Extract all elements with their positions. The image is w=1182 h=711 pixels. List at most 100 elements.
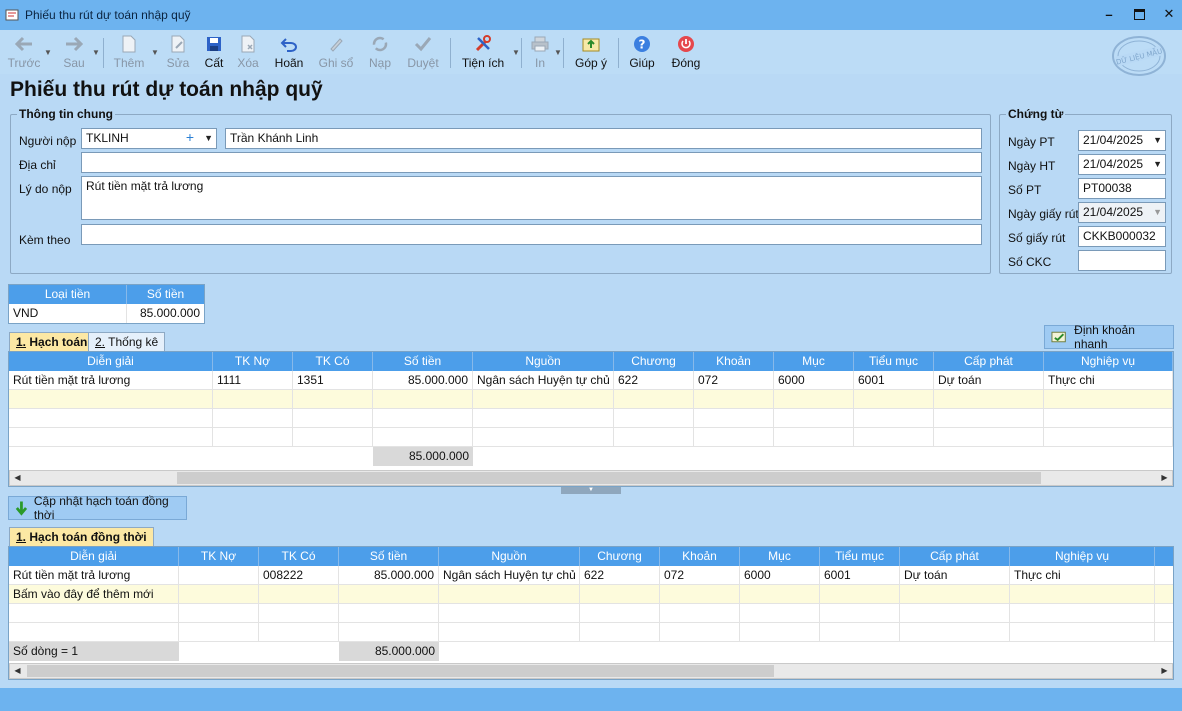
payer-code-combo[interactable]: TKLINH + ▼: [81, 128, 217, 149]
tab-statistics[interactable]: 2. Thống kê: [88, 332, 166, 352]
voucher-field-0[interactable]: 21/04/2025 ▼: [1078, 130, 1166, 151]
empty-row[interactable]: [9, 428, 1173, 447]
maximize-button[interactable]: [1132, 6, 1146, 22]
close-window-button[interactable]: ✕: [1162, 6, 1176, 22]
edit-document-icon: [167, 33, 189, 55]
scroll-thumb[interactable]: [177, 472, 1041, 484]
column-header[interactable]: Chương: [614, 352, 694, 371]
table-row[interactable]: Rút tiền mặt trả lương 1111 1351 85.000.000…: [9, 371, 1173, 390]
concurrent-grid: Diễn giải TK Nợ TK Có Số tiền Nguồn Chương Kho…: [8, 546, 1174, 680]
next-dropdown[interactable]: ▼: [92, 48, 100, 57]
column-header[interactable]: Tiểu mục: [854, 352, 934, 371]
column-header[interactable]: Mục: [740, 547, 820, 566]
approve-button[interactable]: Duyệt: [403, 33, 443, 70]
pencil-icon: [325, 33, 347, 55]
new-row[interactable]: [9, 390, 1173, 409]
scroll-right-icon[interactable]: ▶: [1157, 664, 1172, 678]
minimize-button[interactable]: –: [1102, 6, 1116, 22]
tab-concurrent-accounting[interactable]: 1. Hạch toán đồng thời: [9, 527, 154, 547]
help-icon: ?: [631, 33, 653, 55]
address-input[interactable]: [81, 152, 982, 173]
column-header[interactable]: Khoản: [694, 352, 774, 371]
voucher-label-3: Ngày giấy rút: [1008, 207, 1079, 221]
add-new-row-hint[interactable]: Bấm vào đây để thêm mới: [9, 585, 1173, 604]
voucher-field-1[interactable]: 21/04/2025 ▼: [1078, 154, 1166, 175]
reason-textarea[interactable]: Rút tiền mặt trả lương: [81, 176, 982, 220]
column-header[interactable]: Nguồn: [473, 352, 614, 371]
column-header[interactable]: Nghiệp vụ: [1010, 547, 1155, 566]
toolbar: Trước ▼ Sau ▼ Thêm ▼ Sửa Cất Xóa Hoãn Gh…: [0, 30, 1182, 74]
page-title: Phiếu thu rút dự toán nhập quỹ: [10, 78, 323, 101]
column-header[interactable]: Nghiệp vụ: [1044, 352, 1173, 371]
edit-button[interactable]: Sửa: [158, 33, 198, 70]
next-button[interactable]: Sau: [54, 33, 94, 70]
voucher-field-4[interactable]: CKKB000032: [1078, 226, 1166, 247]
column-header[interactable]: Chương: [580, 547, 660, 566]
delete-button[interactable]: Xóa: [228, 33, 268, 70]
column-header[interactable]: Cấp phát: [900, 547, 1010, 566]
voucher-label-0: Ngày PT: [1008, 135, 1055, 149]
accounting-horizontal-scrollbar[interactable]: ◀ ▶: [9, 470, 1173, 486]
feedback-button[interactable]: Góp ý: [571, 33, 611, 70]
address-label: Địa chỉ: [19, 158, 56, 172]
load-button[interactable]: Nạp: [360, 33, 400, 70]
chevron-down-icon[interactable]: ▼: [204, 131, 213, 146]
concurrent-horizontal-scrollbar[interactable]: ◀ ▶: [9, 663, 1173, 679]
column-header[interactable]: TK Nợ: [179, 547, 259, 566]
column-header[interactable]: Số tiền: [339, 547, 439, 566]
grid-total: 85.000.000: [339, 642, 439, 661]
payer-name-input[interactable]: Trần Khánh Linh: [225, 128, 982, 149]
empty-row[interactable]: [9, 604, 1173, 623]
refresh-icon: [369, 33, 391, 55]
empty-row[interactable]: [9, 623, 1173, 642]
chevron-down-icon[interactable]: ▼: [1153, 205, 1162, 220]
close-button[interactable]: Đóng: [666, 33, 706, 70]
voucher-field-5[interactable]: [1078, 250, 1166, 271]
scroll-thumb[interactable]: [27, 665, 774, 677]
help-button[interactable]: ? Giúp: [622, 33, 662, 70]
add-payer-icon[interactable]: +: [186, 130, 194, 145]
column-header[interactable]: Khoản: [660, 547, 740, 566]
chevron-down-icon[interactable]: ▼: [1153, 133, 1162, 148]
column-header[interactable]: Nguồn: [439, 547, 580, 566]
voucher-field-3[interactable]: 21/04/2025 ▼: [1078, 202, 1166, 223]
quick-entry-button[interactable]: Định khoản nhanh: [1044, 323, 1174, 351]
column-header[interactable]: Số tiền: [373, 352, 473, 371]
power-icon: [675, 33, 697, 55]
prev-dropdown[interactable]: ▼: [44, 48, 52, 57]
column-header[interactable]: TK Có: [259, 547, 339, 566]
arrow-down-icon: [15, 501, 28, 516]
checkmark-icon: [412, 33, 434, 55]
undo-button[interactable]: Hoãn: [269, 33, 309, 70]
scroll-right-icon[interactable]: ▶: [1157, 471, 1172, 485]
column-header[interactable]: Tiểu mục: [820, 547, 900, 566]
chevron-down-icon[interactable]: ▼: [1153, 157, 1162, 172]
attach-input[interactable]: [81, 224, 982, 245]
voucher-field-2[interactable]: PT00038: [1078, 178, 1166, 199]
column-header[interactable]: Diễn giải: [9, 547, 179, 566]
column-header[interactable]: Mục: [774, 352, 854, 371]
printer-icon: [529, 33, 551, 55]
column-header[interactable]: TK Nợ: [213, 352, 293, 371]
tab-accounting[interactable]: 1. Hạch toán: [9, 332, 95, 352]
column-header[interactable]: TK Có: [293, 352, 373, 371]
scroll-left-icon[interactable]: ◀: [10, 664, 25, 678]
general-info-title: Thông tin chung: [17, 107, 115, 121]
update-concurrent-button[interactable]: Cập nhật hạch toán đồng thời: [8, 494, 187, 522]
arrow-left-icon: [13, 33, 35, 55]
print-dropdown[interactable]: ▼: [554, 48, 562, 57]
scroll-left-icon[interactable]: ◀: [10, 471, 25, 485]
utility-button[interactable]: Tiện ích: [462, 33, 504, 70]
column-header[interactable]: Cấp phát: [934, 352, 1044, 371]
table-row[interactable]: Rút tiền mặt trả lương 008222 85.000.000 Ng…: [9, 566, 1173, 585]
currency-row[interactable]: VND 85.000.000: [9, 304, 204, 323]
empty-row[interactable]: [9, 409, 1173, 428]
voucher-label-4: Số giấy rút: [1008, 231, 1066, 245]
splitter-handle[interactable]: ▼: [561, 487, 621, 494]
add-button[interactable]: Thêm: [109, 33, 149, 70]
utility-dropdown[interactable]: ▼: [512, 48, 520, 57]
post-button[interactable]: Ghi sổ: [316, 33, 356, 70]
prev-button[interactable]: Trước: [4, 33, 44, 70]
voucher-label-5: Số CKC: [1008, 255, 1052, 269]
column-header[interactable]: Diễn giải: [9, 352, 213, 371]
